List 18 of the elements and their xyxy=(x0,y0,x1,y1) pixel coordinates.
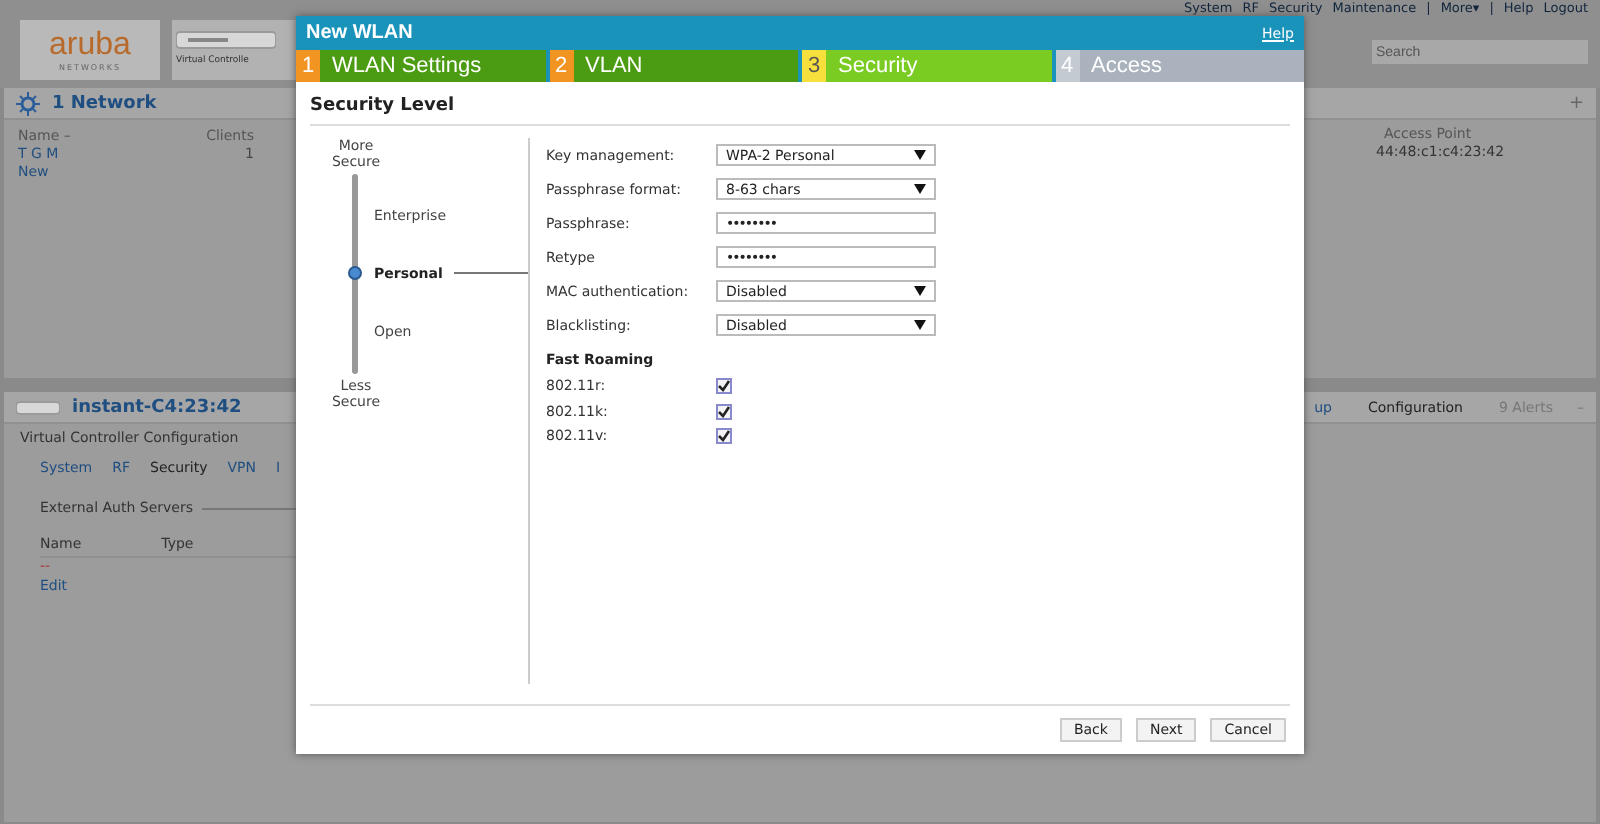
section-heading: Security Level xyxy=(310,82,1290,126)
access-point-icon xyxy=(176,28,276,52)
checkbox[interactable] xyxy=(716,428,732,445)
dropdown-arrow-icon xyxy=(914,320,926,330)
panel-title: instant-C4:23:42 xyxy=(72,397,242,417)
checkbox[interactable] xyxy=(716,403,732,420)
logo: aruba xyxy=(49,29,131,61)
dropdown-arrow-icon xyxy=(914,286,926,296)
checkbox[interactable] xyxy=(716,378,732,395)
wizard-step[interactable]: 2 VLAN xyxy=(549,50,798,82)
dropdown-arrow-icon xyxy=(914,150,926,160)
access-point-icon xyxy=(16,399,60,415)
wizard-step[interactable]: 3 Security xyxy=(802,50,1051,82)
dialog-title: New WLAN xyxy=(306,22,413,44)
slider-thumb[interactable] xyxy=(348,266,362,281)
wizard-step[interactable]: 1 WLAN Settings xyxy=(296,50,545,82)
panel-title: 1 Network xyxy=(52,93,157,113)
dropdown-arrow-icon xyxy=(914,184,926,194)
